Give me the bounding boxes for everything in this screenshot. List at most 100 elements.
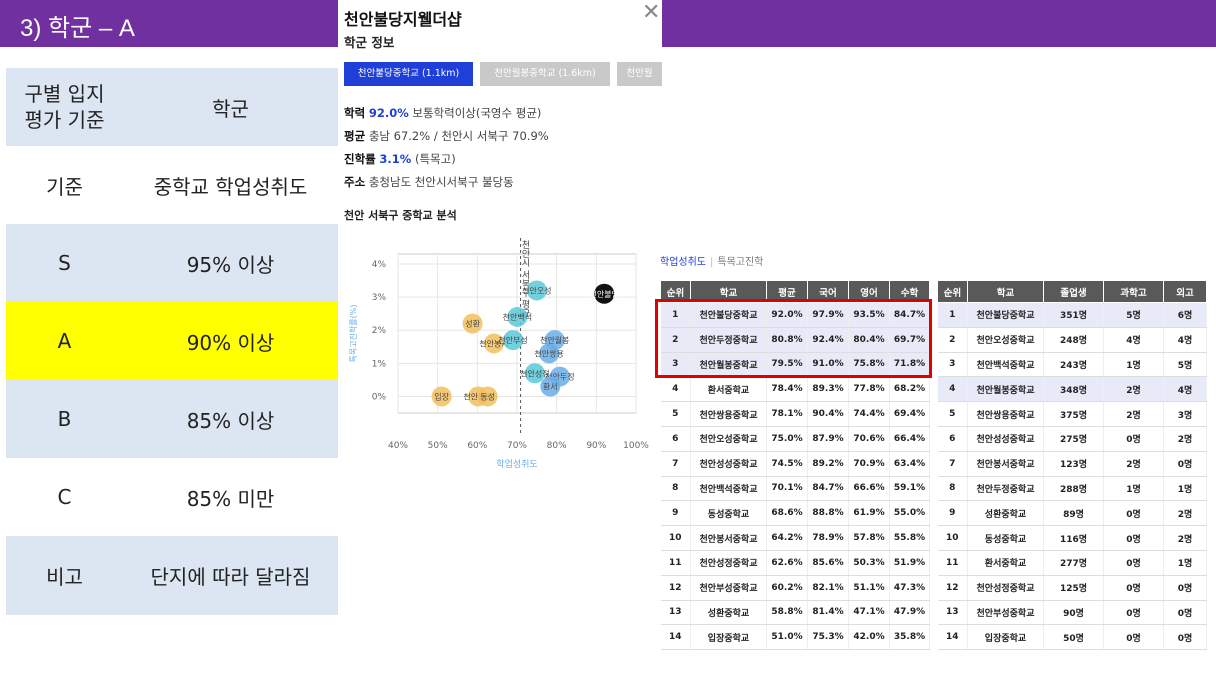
table-cell: 3	[937, 352, 968, 378]
chart-title: 천안 서북구 중학교 분석	[344, 209, 457, 222]
table-cell: 천안성정중학교	[967, 575, 1044, 601]
grade-row: C 85% 미만	[6, 458, 338, 536]
table-row: 5 천안쌍용중학교 375명 2명 3명	[937, 401, 1207, 427]
graduates-table-header: 순위 학교 졸업생 과학고 외고	[937, 280, 1207, 303]
table-cell: 82.1%	[807, 575, 849, 601]
table-cell: 51.0%	[766, 624, 808, 651]
table-cell: 2명	[1103, 401, 1164, 427]
grade-row-label: B	[6, 380, 123, 458]
grade-row-label: A	[6, 302, 123, 380]
column-header: 순위	[937, 280, 968, 303]
grade-table-header-row: 구별 입지 평가 기준 학군	[6, 68, 338, 146]
info-label: 평균	[344, 129, 366, 143]
x-tick-label: 60%	[467, 441, 487, 451]
table-cell: 35.8%	[889, 624, 930, 651]
table-cell: 61.9%	[848, 500, 890, 527]
grade-row-label: 비고	[6, 536, 123, 615]
grade-row-label: S	[6, 224, 123, 302]
table-row: 14 입장중학교 50명 0명 0명	[937, 624, 1207, 651]
table-cell: 1	[937, 302, 968, 328]
table-cell: 57.8%	[848, 525, 890, 551]
grade-criteria-table: 구별 입지 평가 기준 학군 기준 중학교 학업성취도 S 95% 이상 A 9…	[6, 68, 338, 615]
table-cell: 성환중학교	[967, 500, 1044, 527]
tab-special-high[interactable]: 특목고진학	[717, 257, 763, 268]
table-cell: 2명	[1163, 500, 1207, 527]
column-header: 과학고	[1103, 280, 1164, 303]
table-cell: 10	[660, 525, 691, 551]
table-cell: 75.3%	[807, 624, 849, 651]
table-cell: 성환중학교	[690, 600, 767, 626]
top3-highlight-box	[655, 299, 932, 378]
table-cell: 68.2%	[889, 376, 930, 403]
table-cell: 천안성성중학교	[690, 451, 767, 477]
table-row: 11 천안성정중학교 62.6% 85.6% 50.3% 51.9%	[660, 550, 930, 576]
table-cell: 6	[937, 426, 968, 452]
table-cell: 89명	[1043, 500, 1104, 527]
table-row: 6 천안오성중학교 75.0% 87.9% 70.6% 66.4%	[660, 426, 930, 452]
grade-row: B 85% 이상	[6, 380, 338, 458]
table-cell: 천안백석중학교	[967, 352, 1044, 378]
table-cell: 0명	[1103, 600, 1164, 626]
school-info-popup: 천안불당지웰더샵 ✕ 학군 정보 천안불당중학교 (1.1km) 천안월봉중학교…	[338, 0, 662, 480]
tab-achievement[interactable]: 학업성취도	[660, 257, 706, 268]
table-row: 10 천안봉서중학교 64.2% 78.9% 57.8% 55.8%	[660, 525, 930, 551]
table-cell: 2명	[1103, 451, 1164, 477]
table-cell: 4	[937, 376, 968, 403]
table-cell: 1명	[1103, 352, 1164, 378]
table-cell: 90.4%	[807, 401, 849, 427]
grade-row-label: C	[6, 458, 123, 536]
table-cell: 6명	[1163, 302, 1207, 328]
table-row: 2 천안오성중학교 248명 4명 4명	[937, 327, 1207, 353]
table-cell: 13	[937, 600, 968, 626]
grade-header-label: 구별 입지 평가 기준	[6, 68, 123, 146]
table-row: 12 천안부성중학교 60.2% 82.1% 51.1% 47.3%	[660, 575, 930, 601]
table-cell: 5명	[1103, 302, 1164, 328]
info-label: 진학률	[344, 152, 376, 166]
table-cell: 47.1%	[848, 600, 890, 626]
school-tab-active[interactable]: 천안불당중학교 (1.1km)	[344, 62, 473, 86]
info-desc: (특목고)	[414, 152, 456, 166]
table-cell: 81.4%	[807, 600, 849, 626]
x-tick-label: 40%	[388, 441, 408, 451]
table-cell: 10	[937, 525, 968, 551]
grade-header-value: 학군	[123, 68, 338, 146]
table-cell: 3명	[1163, 401, 1207, 427]
table-cell: 243명	[1043, 352, 1104, 378]
table-tabs: 학업성취도 | 특목고진학	[660, 257, 764, 268]
close-icon[interactable]: ✕	[642, 2, 660, 24]
table-cell: 375명	[1043, 401, 1104, 427]
column-header: 외고	[1163, 280, 1207, 303]
y-tick-label: 1%	[372, 359, 387, 369]
school-tab[interactable]: 천안월봉중학교 (1.6km)	[480, 62, 610, 86]
popup-subtitle: 학군 정보	[344, 35, 395, 50]
table-cell: 9	[937, 500, 968, 527]
table-cell: 8	[937, 476, 968, 502]
table-row: 5 천안쌍용중학교 78.1% 90.4% 74.4% 69.4%	[660, 401, 930, 427]
table-cell: 입장중학교	[967, 624, 1044, 651]
table-cell: 6	[660, 426, 691, 452]
table-row: 4 환서중학교 78.4% 89.3% 77.8% 68.2%	[660, 376, 930, 403]
table-cell: 동성중학교	[967, 525, 1044, 551]
table-cell: 천안쌍용중학교	[690, 401, 767, 427]
table-cell: 348명	[1043, 376, 1104, 403]
table-cell: 7	[660, 451, 691, 477]
table-cell: 9	[660, 500, 691, 527]
table-cell: 123명	[1043, 451, 1104, 477]
table-cell: 275명	[1043, 426, 1104, 452]
table-cell: 89.3%	[807, 376, 849, 403]
grade-row: 기준 중학교 학업성취도	[6, 146, 338, 224]
table-row: 11 환서중학교 277명 0명 1명	[937, 550, 1207, 576]
data-point-label: 환서	[543, 382, 558, 392]
school-tab[interactable]: 천안월	[617, 62, 662, 86]
table-cell: 288명	[1043, 476, 1104, 502]
table-cell: 89.2%	[807, 451, 849, 477]
table-row: 13 성환중학교 58.8% 81.4% 47.1% 47.9%	[660, 600, 930, 626]
table-cell: 0명	[1163, 624, 1207, 651]
table-cell: 2명	[1163, 426, 1207, 452]
grade-row-label: 기준	[6, 146, 123, 224]
grade-row-value: 90% 이상	[123, 302, 338, 380]
table-cell: 11	[937, 550, 968, 576]
table-cell: 78.4%	[766, 376, 808, 403]
table-cell: 4명	[1163, 376, 1207, 403]
data-point-label: 성환	[465, 319, 480, 329]
